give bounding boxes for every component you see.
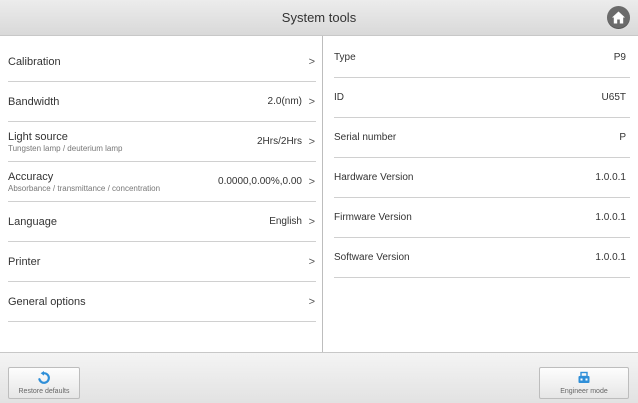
info-label: Software Version bbox=[334, 252, 410, 263]
info-label: Type bbox=[334, 52, 356, 63]
info-hardware-version: Hardware Version 1.0.0.1 bbox=[334, 158, 630, 198]
system-tools-screen: System tools Calibration > Bandwidth 2.0… bbox=[0, 0, 638, 403]
info-firmware-version: Firmware Version 1.0.0.1 bbox=[334, 198, 630, 238]
info-serial-number: Serial number P bbox=[334, 118, 630, 158]
info-value: P9 bbox=[613, 52, 626, 63]
setting-label: Bandwidth bbox=[8, 96, 60, 108]
info-label: Hardware Version bbox=[334, 172, 414, 183]
home-button[interactable] bbox=[607, 6, 630, 29]
chevron-right-icon: > bbox=[308, 216, 315, 228]
info-label: Firmware Version bbox=[334, 212, 412, 223]
settings-list: Calibration > Bandwidth 2.0(nm) > Light … bbox=[0, 36, 323, 352]
setting-label: Accuracy bbox=[8, 171, 54, 183]
info-value: U65T bbox=[601, 92, 626, 103]
chevron-right-icon: > bbox=[308, 96, 315, 108]
setting-language[interactable]: Language English > bbox=[8, 202, 316, 242]
setting-sublabel: Absorbance / transmittance / concentrati… bbox=[8, 184, 161, 193]
restore-defaults-button[interactable]: Restore defaults bbox=[8, 367, 80, 399]
title-bar: System tools bbox=[0, 0, 638, 36]
info-value: 1.0.0.1 bbox=[595, 212, 626, 223]
setting-label: General options bbox=[8, 296, 86, 308]
home-icon bbox=[612, 11, 625, 24]
info-label: ID bbox=[334, 92, 344, 103]
info-id: ID U65T bbox=[334, 78, 630, 118]
chevron-right-icon: > bbox=[308, 296, 315, 308]
setting-light-source[interactable]: Light source Tungsten lamp / deuterium l… bbox=[8, 122, 316, 162]
setting-value: 2Hrs/2Hrs bbox=[256, 136, 302, 147]
setting-printer[interactable]: Printer > bbox=[8, 242, 316, 282]
setting-label: Language bbox=[8, 216, 57, 228]
info-label: Serial number bbox=[334, 132, 397, 143]
setting-value: 0.0000,0.00%,0.00 bbox=[218, 176, 302, 187]
engineer-mode-button[interactable]: Engineer mode bbox=[539, 367, 629, 399]
info-type: Type P9 bbox=[334, 38, 630, 78]
engineer-icon bbox=[578, 371, 590, 383]
info-value: 1.0.0.1 bbox=[595, 172, 626, 183]
setting-general-options[interactable]: General options > bbox=[8, 282, 316, 322]
engineer-mode-label: Engineer mode bbox=[560, 388, 608, 395]
chevron-right-icon: > bbox=[308, 176, 315, 188]
page-title: System tools bbox=[281, 10, 357, 25]
info-software-version: Software Version 1.0.0.1 bbox=[334, 238, 630, 278]
setting-sublabel: Tungsten lamp / deuterium lamp bbox=[8, 144, 123, 153]
setting-label: Calibration bbox=[8, 56, 61, 68]
info-value: P bbox=[619, 132, 626, 143]
chevron-right-icon: > bbox=[308, 56, 315, 68]
bottom-toolbar: Restore defaults Engineer mode bbox=[0, 352, 638, 403]
chevron-right-icon: > bbox=[308, 136, 315, 148]
restore-icon bbox=[38, 371, 50, 384]
info-value: 1.0.0.1 bbox=[595, 252, 626, 263]
setting-calibration[interactable]: Calibration > bbox=[8, 42, 316, 82]
setting-value: English bbox=[269, 216, 302, 227]
setting-value: 2.0(nm) bbox=[267, 96, 302, 107]
device-info-list: Type P9 ID U65T Serial number P Hardware… bbox=[324, 36, 638, 352]
setting-label: Printer bbox=[8, 256, 41, 268]
setting-bandwidth[interactable]: Bandwidth 2.0(nm) > bbox=[8, 82, 316, 122]
setting-accuracy[interactable]: Accuracy Absorbance / transmittance / co… bbox=[8, 162, 316, 202]
restore-defaults-label: Restore defaults bbox=[18, 388, 70, 395]
setting-label: Light source bbox=[8, 131, 68, 143]
chevron-right-icon: > bbox=[308, 256, 315, 268]
